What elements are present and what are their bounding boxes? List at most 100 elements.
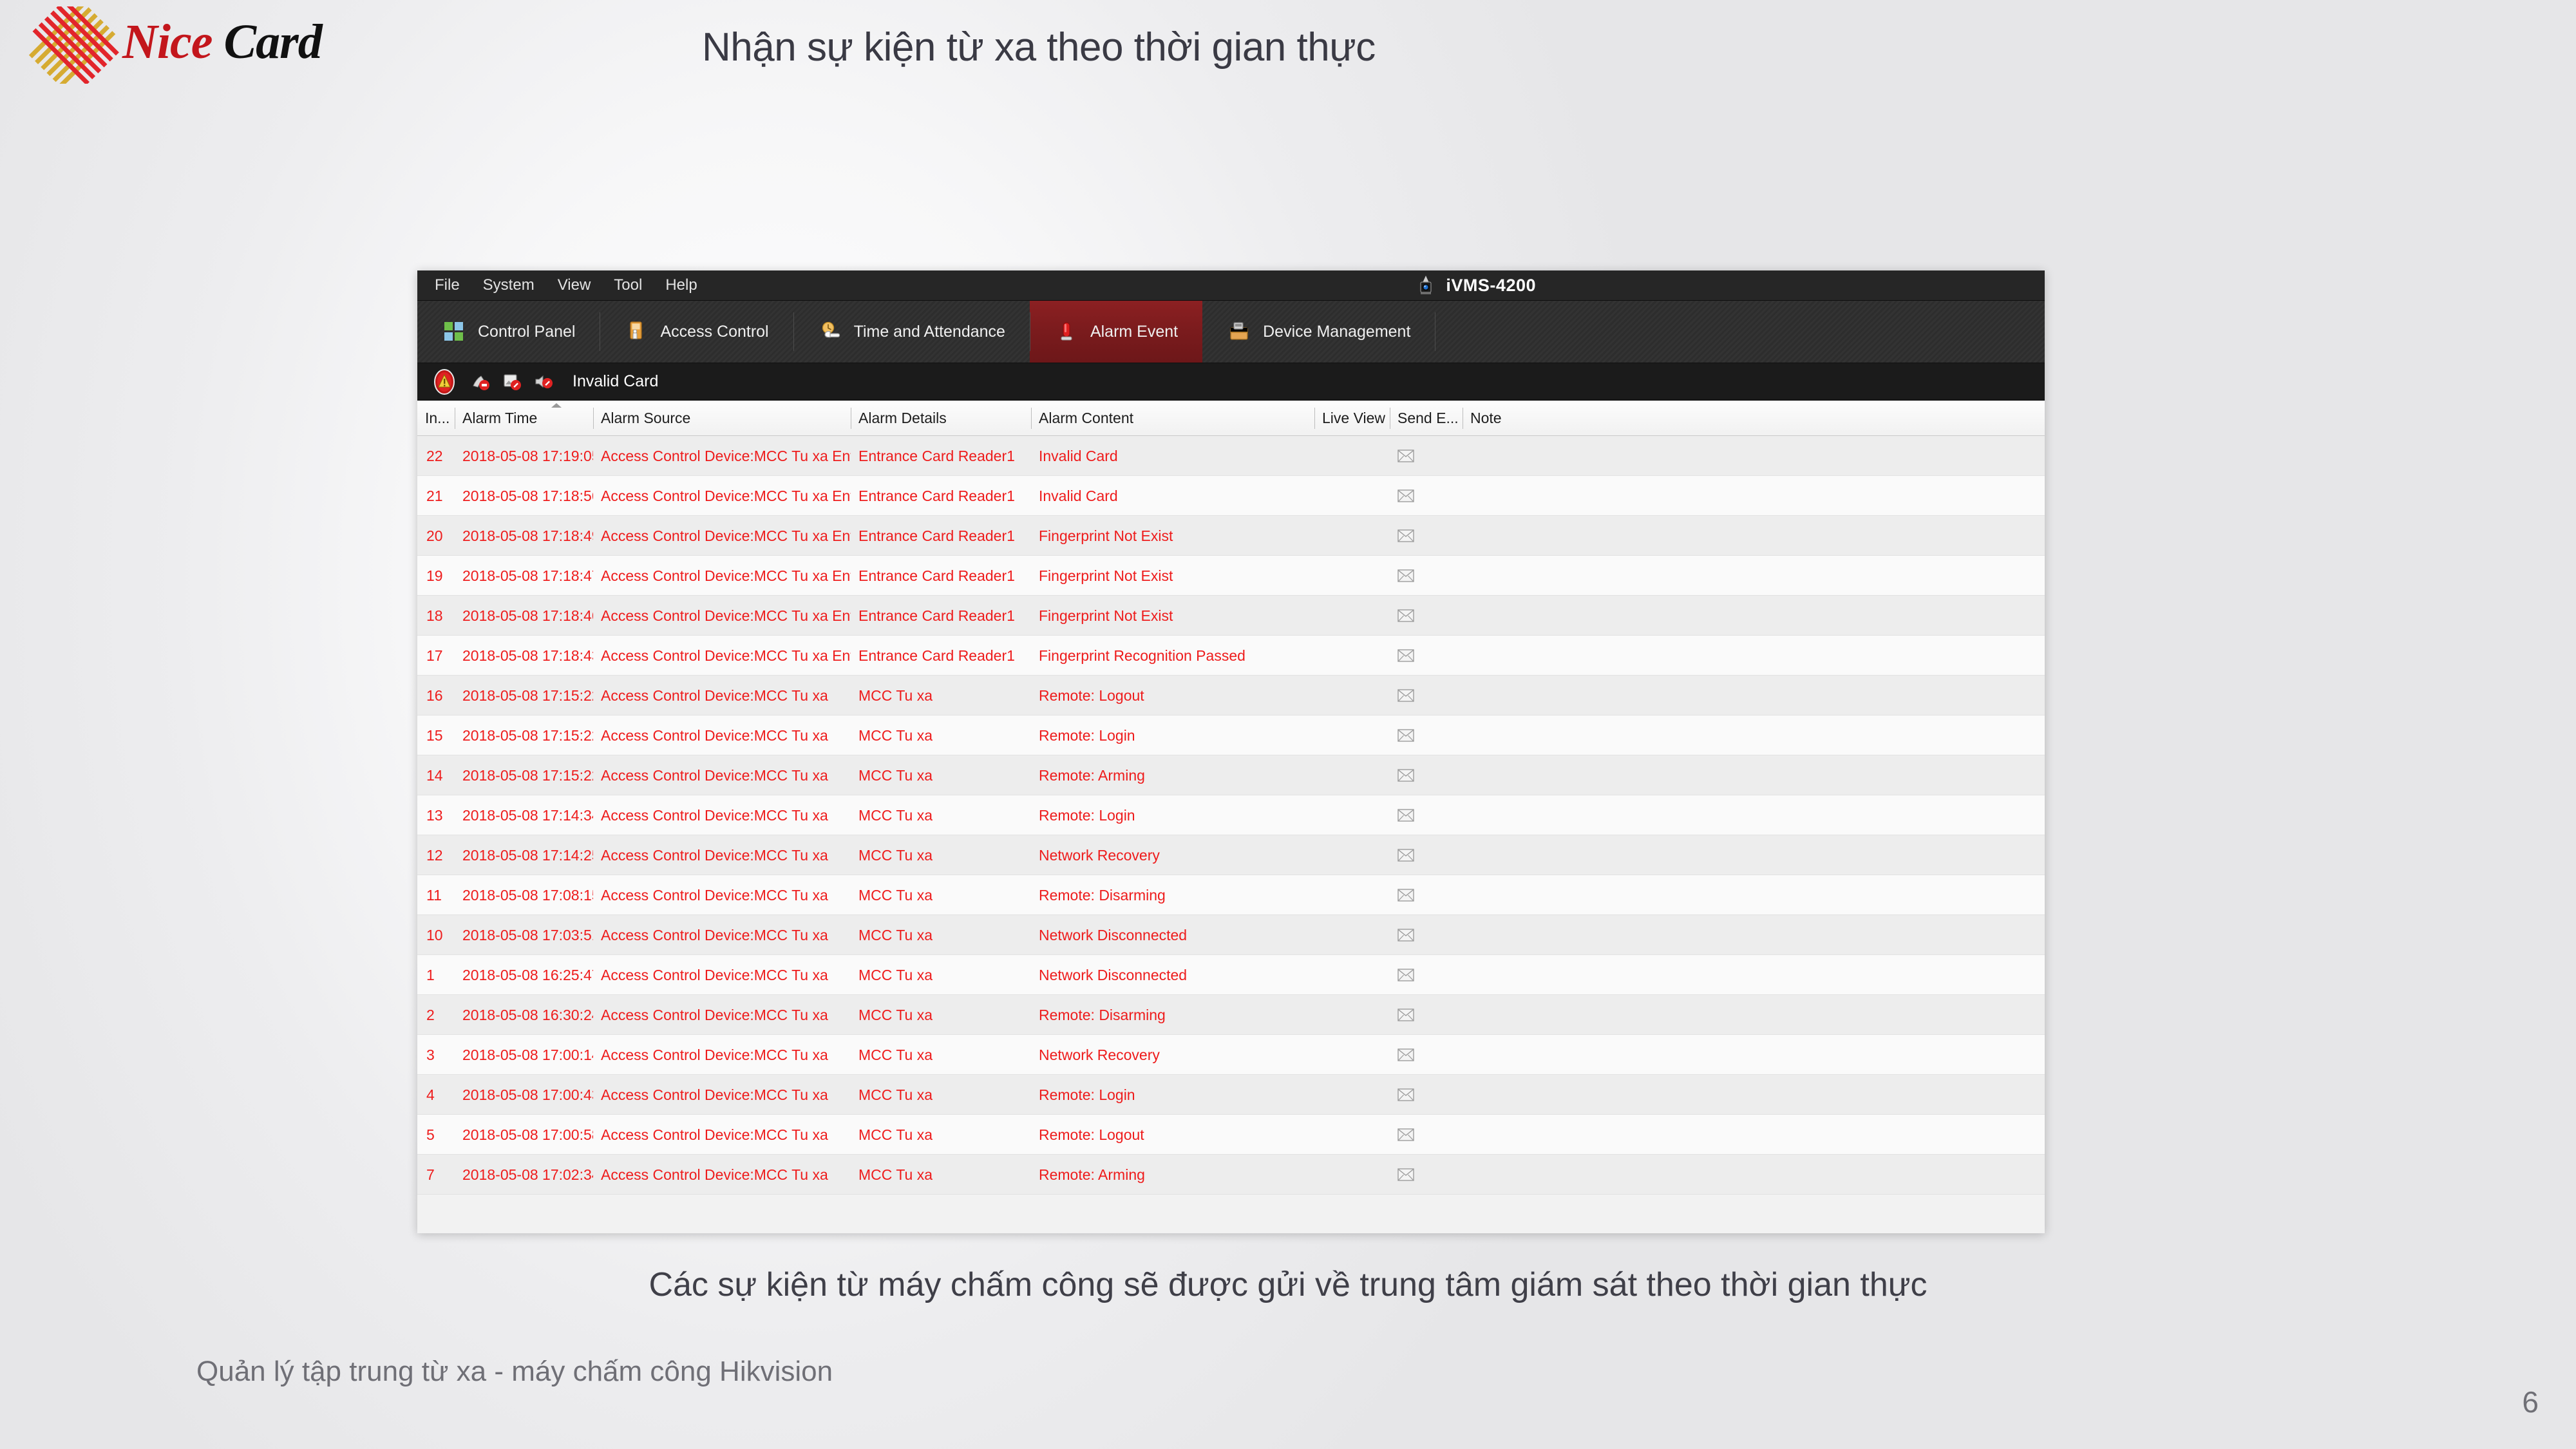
cell-alarm-source: Access Control Device:MCC Tu xa Entrance…	[601, 527, 851, 544]
cell-index: 5	[426, 1126, 435, 1143]
column-header-alarm-source[interactable]: Alarm Source	[593, 401, 851, 436]
cell-note	[1463, 436, 2045, 476]
alarm-warning-icon[interactable]	[430, 368, 459, 396]
cell-alarm-time: 2018-05-08 17:18:43	[462, 647, 593, 664]
cell-index: 15	[426, 726, 443, 744]
table-row[interactable]: 18 2018-05-08 17:18:46 Access Control Devi…	[417, 596, 2045, 636]
column-header-note[interactable]: Note	[1463, 401, 2045, 436]
cell-note	[1463, 835, 2045, 875]
column-header-alarm-content[interactable]: Alarm Content	[1031, 401, 1314, 436]
tab-alarm-event[interactable]: Alarm Event	[1029, 301, 1203, 363]
cell-alarm-details: MCC Tu xa	[858, 1126, 933, 1143]
mail-icon[interactable]	[1390, 476, 1463, 516]
mail-icon[interactable]	[1390, 676, 1463, 715]
cell-alarm-source: Access Control Device:MCC Tu xa	[601, 726, 828, 744]
cell-note	[1463, 995, 2045, 1035]
cell-index: 19	[426, 567, 443, 584]
cell-alarm-details: MCC Tu xa	[858, 1086, 933, 1103]
tab-control-panel[interactable]: Control Panel	[417, 301, 600, 363]
table-row[interactable]: 20 2018-05-08 17:18:49 Access Control Devi…	[417, 516, 2045, 556]
mail-icon[interactable]	[1390, 715, 1463, 755]
cell-alarm-time: 2018-05-08 17:00:58	[462, 1126, 593, 1143]
cell-alarm-time: 2018-05-08 16:25:47	[462, 966, 593, 983]
alarm-mute-icon[interactable]	[533, 372, 553, 392]
table-row[interactable]: 7 2018-05-08 17:02:34 Access Control Devic…	[417, 1155, 2045, 1195]
tab-time-and-attendance[interactable]: Time and Attendance	[793, 301, 1030, 363]
alarm-picture-icon[interactable]	[502, 372, 522, 392]
table-row[interactable]: 4 2018-05-08 17:00:43 Access Control Devic…	[417, 1075, 2045, 1115]
column-header-alarm-time[interactable]: Alarm Time	[455, 401, 593, 436]
mail-icon[interactable]	[1390, 1155, 1463, 1195]
cell-note	[1463, 1115, 2045, 1155]
cell-alarm-details: MCC Tu xa	[858, 926, 933, 943]
cell-alarm-content: Fingerprint Not Exist	[1039, 527, 1173, 544]
mail-icon[interactable]	[1390, 636, 1463, 676]
mail-icon[interactable]	[1390, 995, 1463, 1035]
alarm-audio-icon[interactable]	[470, 372, 490, 392]
menu-item-system[interactable]: System	[480, 274, 538, 296]
slide-caption: Các sự kiện từ máy chấm công sẽ được gửi…	[649, 1266, 1927, 1303]
column-header-index[interactable]: In...	[417, 401, 456, 436]
cell-alarm-source: Access Control Device:MCC Tu xa	[601, 1006, 828, 1023]
menu-item-file[interactable]: File	[431, 274, 463, 296]
cell-live-view	[1314, 676, 1390, 715]
cell-live-view	[1314, 516, 1390, 556]
column-header-send-email[interactable]: Send E...	[1390, 401, 1463, 436]
table-row[interactable]: 2 2018-05-08 16:30:24 Access Control Devic…	[417, 995, 2045, 1035]
table-row[interactable]: 3 2018-05-08 17:00:14 Access Control Devic…	[417, 1035, 2045, 1075]
mail-icon[interactable]	[1390, 1115, 1463, 1155]
table-header-row: In... Alarm Time Alarm Source Alarm Deta…	[417, 401, 2045, 436]
mail-icon[interactable]	[1390, 915, 1463, 955]
table-row[interactable]: 14 2018-05-08 17:15:22 Access Control Devi…	[417, 755, 2045, 795]
cell-note	[1463, 676, 2045, 715]
mail-icon[interactable]	[1390, 516, 1463, 556]
menu-item-view[interactable]: View	[554, 274, 594, 296]
tab-device-management[interactable]: Device Management	[1202, 301, 1435, 363]
table-row[interactable]: 5 2018-05-08 17:00:58 Access Control Devic…	[417, 1115, 2045, 1155]
cell-alarm-time: 2018-05-08 16:30:24	[462, 1006, 593, 1023]
mail-icon[interactable]	[1390, 795, 1463, 835]
cell-alarm-time: 2018-05-08 17:02:34	[462, 1166, 593, 1183]
time-attendance-icon	[818, 319, 842, 344]
main-nav-bar: Control Panel Access Control Time and At…	[417, 301, 2045, 363]
tab-access-control[interactable]: Access Control	[600, 301, 793, 363]
cell-alarm-time: 2018-05-08 17:14:34	[462, 806, 593, 824]
table-row[interactable]: 10 2018-05-08 17:03:51 Access Control Devi…	[417, 915, 2045, 955]
table-row[interactable]: 11 2018-05-08 17:08:15 Access Control Devi…	[417, 875, 2045, 915]
cell-alarm-details: Entrance Card Reader1	[858, 567, 1015, 584]
table-row[interactable]: 19 2018-05-08 17:18:47 Access Control Devi…	[417, 556, 2045, 596]
mail-icon[interactable]	[1390, 556, 1463, 596]
table-row[interactable]: 22 2018-05-08 17:19:05 Access Control Devi…	[417, 436, 2045, 476]
table-row[interactable]: 17 2018-05-08 17:18:43 Access Control Devi…	[417, 636, 2045, 676]
cell-alarm-time: 2018-05-08 17:15:22	[462, 766, 593, 784]
mail-icon[interactable]	[1390, 875, 1463, 915]
column-header-live-view[interactable]: Live View	[1314, 401, 1390, 436]
mail-icon[interactable]	[1390, 835, 1463, 875]
table-row[interactable]: 21 2018-05-08 17:18:56 Access Control Devi…	[417, 476, 2045, 516]
cell-live-view	[1314, 835, 1390, 875]
table-row[interactable]: 13 2018-05-08 17:14:34 Access Control Devi…	[417, 795, 2045, 835]
tab-time-and-attendance-label: Time and Attendance	[853, 322, 1005, 341]
menu-item-help[interactable]: Help	[662, 274, 700, 296]
mail-icon[interactable]	[1390, 1035, 1463, 1075]
menu-item-tool[interactable]: Tool	[611, 274, 645, 296]
cell-alarm-source: Access Control Device:MCC Tu xa Entrance…	[601, 647, 851, 664]
cell-alarm-details: MCC Tu xa	[858, 1046, 933, 1063]
cell-index: 3	[426, 1046, 435, 1063]
tab-device-management-label: Device Management	[1263, 322, 1411, 341]
mail-icon[interactable]	[1390, 755, 1463, 795]
mail-icon[interactable]	[1390, 596, 1463, 636]
brand-wordmark: Nice Card	[122, 6, 323, 77]
column-header-alarm-details[interactable]: Alarm Details	[851, 401, 1031, 436]
mail-icon[interactable]	[1390, 1075, 1463, 1115]
cell-alarm-source: Access Control Device:MCC Tu xa	[601, 1126, 828, 1143]
mail-icon[interactable]	[1390, 436, 1463, 476]
table-row[interactable]: 12 2018-05-08 17:14:25 Access Control Devi…	[417, 835, 2045, 875]
table-row[interactable]: 16 2018-05-08 17:15:22 Access Control Devi…	[417, 676, 2045, 715]
table-row[interactable]: 1 2018-05-08 16:25:47 Access Control Devic…	[417, 955, 2045, 995]
cell-live-view	[1314, 1115, 1390, 1155]
cell-alarm-time: 2018-05-08 17:00:43	[462, 1086, 593, 1103]
cell-alarm-content: Invalid Card	[1039, 447, 1118, 464]
mail-icon[interactable]	[1390, 955, 1463, 995]
table-row[interactable]: 15 2018-05-08 17:15:22 Access Control Devi…	[417, 715, 2045, 755]
